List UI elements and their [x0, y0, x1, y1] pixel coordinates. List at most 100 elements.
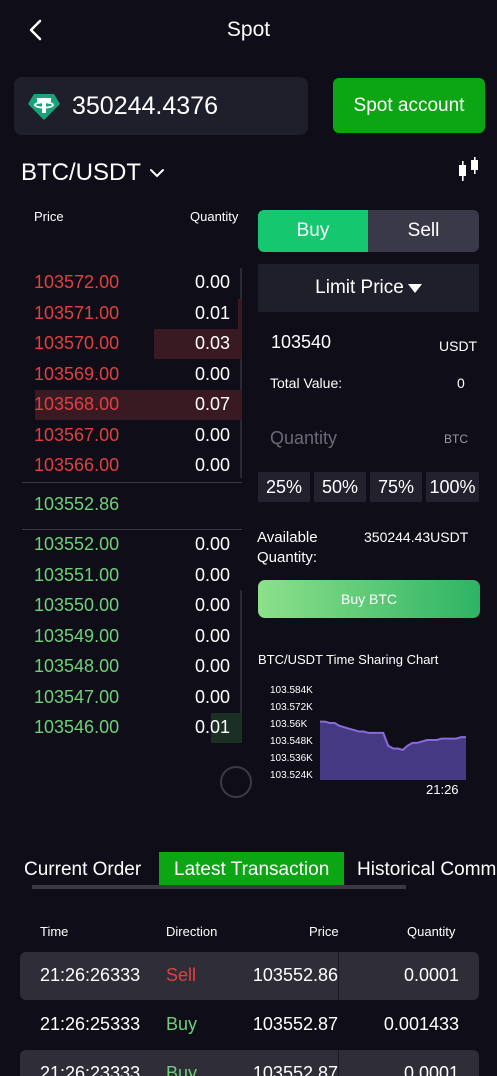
- order-book-row[interactable]: 103567.00 0.00: [22, 421, 242, 451]
- price-unit: USDT: [439, 338, 478, 354]
- order-book-row[interactable]: 103551.00 0.00: [22, 561, 242, 591]
- order-price: 103567.00: [34, 424, 120, 445]
- balance-card: 350244.4376: [14, 77, 308, 135]
- order-book-row[interactable]: 103548.00 0.00: [22, 652, 242, 682]
- order-book-row[interactable]: 103571.00 0.01: [22, 298, 242, 329]
- quantity-header-tx: Quantity: [407, 924, 456, 939]
- tx-time: 21:26:25333: [40, 1014, 141, 1034]
- order-book-row[interactable]: 103550.00 0.00: [22, 591, 242, 621]
- order-price: 103572.00: [34, 272, 120, 292]
- quantity-header: Quantity: [190, 209, 239, 224]
- percent-25-button[interactable]: 25%: [258, 472, 310, 502]
- order-book-row[interactable]: 103549.00 0.00: [22, 622, 242, 652]
- tx-price: 103552.87: [252, 1063, 338, 1076]
- order-price: 103547.00: [34, 686, 120, 707]
- last-price: 103552.86: [34, 494, 120, 514]
- row-divider: [338, 952, 339, 1000]
- tx-price: 103552.86: [252, 965, 338, 985]
- order-quantity: 0.00: [194, 455, 230, 475]
- tx-quantity: 0.001433: [383, 1014, 459, 1034]
- order-price: 103551.00: [34, 564, 120, 585]
- tx-direction: Buy: [166, 1014, 198, 1034]
- table-row: 21:26:26333 Sell 103552.86 0.0001: [20, 952, 479, 1000]
- tabs-scroll-indicator: [32, 885, 406, 889]
- buy-btc-button[interactable]: Buy BTC: [258, 580, 480, 618]
- total-value-label: Total Value:: [270, 375, 343, 391]
- y-tick-label: 103.536K: [270, 753, 313, 764]
- quantity-unit: BTC: [444, 432, 468, 446]
- order-quantity: 0.00: [194, 595, 230, 615]
- order-price: 103569.00: [34, 363, 120, 384]
- order-book-row[interactable]: 103568.00 0.07: [22, 390, 242, 420]
- percent-50-button[interactable]: 50%: [314, 472, 366, 502]
- candlestick-icon[interactable]: [455, 156, 483, 184]
- time-sharing-chart: 103.584K 103.572K 103.56K 103.548K 103.536K 1…: [270, 685, 466, 797]
- order-type-label: Limit Price: [315, 277, 404, 298]
- chevron-down-icon: [150, 169, 164, 178]
- table-row: 21:26:25333 Buy 103552.87 0.001433: [20, 1001, 479, 1049]
- order-book-row[interactable]: 103569.00 0.00: [22, 360, 242, 390]
- order-price: 103552.00: [34, 534, 120, 554]
- balance-value: 350244.4376: [72, 91, 218, 120]
- quantity-input[interactable]: Quantity: [270, 428, 337, 449]
- tab-latest-transaction[interactable]: Latest Transaction: [159, 852, 345, 888]
- order-book-row[interactable]: 103547.00 0.00: [22, 683, 242, 713]
- tx-direction: Sell: [166, 965, 197, 985]
- order-quantity: 0.00: [194, 363, 230, 384]
- page-title: Spot: [226, 18, 271, 41]
- price-area: [320, 721, 466, 780]
- tab-historical-commission[interactable]: Historical Commission: [357, 852, 497, 888]
- percent-100-button[interactable]: 100%: [426, 472, 479, 502]
- order-book-row[interactable]: 103546.00 0.01: [22, 713, 242, 743]
- order-quantity: 0.00: [194, 686, 230, 707]
- depth-bar: [237, 298, 242, 329]
- order-book-row[interactable]: 103570.00 0.03: [22, 329, 242, 359]
- time-header: Time: [40, 924, 69, 939]
- price-input[interactable]: 103540: [271, 332, 331, 353]
- y-tick-label: 103.548K: [270, 736, 313, 747]
- table-row: 21:26:23333 Buy 103552.87 0.0001: [20, 1050, 479, 1076]
- order-price: 103571.00: [34, 302, 120, 323]
- order-quantity: 0.00: [194, 272, 230, 292]
- tx-time: 21:26:23333: [40, 1063, 141, 1076]
- tab-current-order[interactable]: Current Order: [24, 852, 141, 888]
- divider: [22, 482, 242, 483]
- chart-title: BTC/USDT Time Sharing Chart: [258, 652, 439, 667]
- tab-sell[interactable]: Sell: [368, 210, 479, 252]
- y-tick-label: 103.524K: [270, 770, 313, 781]
- order-quantity: 0.01: [194, 302, 230, 323]
- pair-label: BTC/USDT: [21, 159, 141, 186]
- direction-header: Direction: [166, 924, 218, 939]
- spot-account-button[interactable]: Spot account: [333, 78, 485, 133]
- available-label: Available Quantity:: [257, 529, 318, 566]
- order-quantity: 0.00: [194, 656, 230, 676]
- float-button[interactable]: [220, 766, 252, 798]
- order-price: 103548.00: [34, 656, 120, 676]
- x-tick-label: 21:26: [426, 782, 459, 797]
- tab-buy[interactable]: Buy: [258, 210, 368, 252]
- order-quantity: 0.07: [194, 394, 230, 414]
- order-book-row[interactable]: 103552.00 0.00: [22, 530, 242, 560]
- pair-selector[interactable]: BTC/USDT: [21, 159, 165, 187]
- order-quantity: 0.00: [194, 534, 230, 554]
- percent-75-button[interactable]: 75%: [370, 472, 422, 502]
- order-quantity: 0.00: [194, 625, 230, 646]
- available-value: 350244.43USDT: [364, 529, 469, 545]
- order-book-row[interactable]: 103566.00 0.00: [22, 451, 242, 481]
- tx-price: 103552.87: [252, 1014, 338, 1034]
- y-tick-label: 103.56K: [270, 719, 308, 730]
- tx-time: 21:26:26333: [40, 965, 141, 985]
- order-quantity: 0.03: [194, 333, 230, 353]
- caret-down-icon: [407, 283, 422, 293]
- order-type-select[interactable]: Limit Price: [258, 264, 479, 312]
- tether-icon: [28, 94, 60, 120]
- price-header: Price: [34, 209, 64, 224]
- order-book-row[interactable]: 103572.00 0.00: [22, 268, 242, 298]
- tx-direction: Buy: [166, 1063, 198, 1076]
- tx-quantity: 0.0001: [403, 965, 459, 985]
- order-price: 103570.00: [34, 333, 120, 353]
- order-quantity: 0.00: [194, 564, 230, 585]
- order-quantity: 0.01: [194, 717, 230, 737]
- price-header-tx: Price: [309, 924, 339, 939]
- order-quantity: 0.00: [194, 424, 230, 445]
